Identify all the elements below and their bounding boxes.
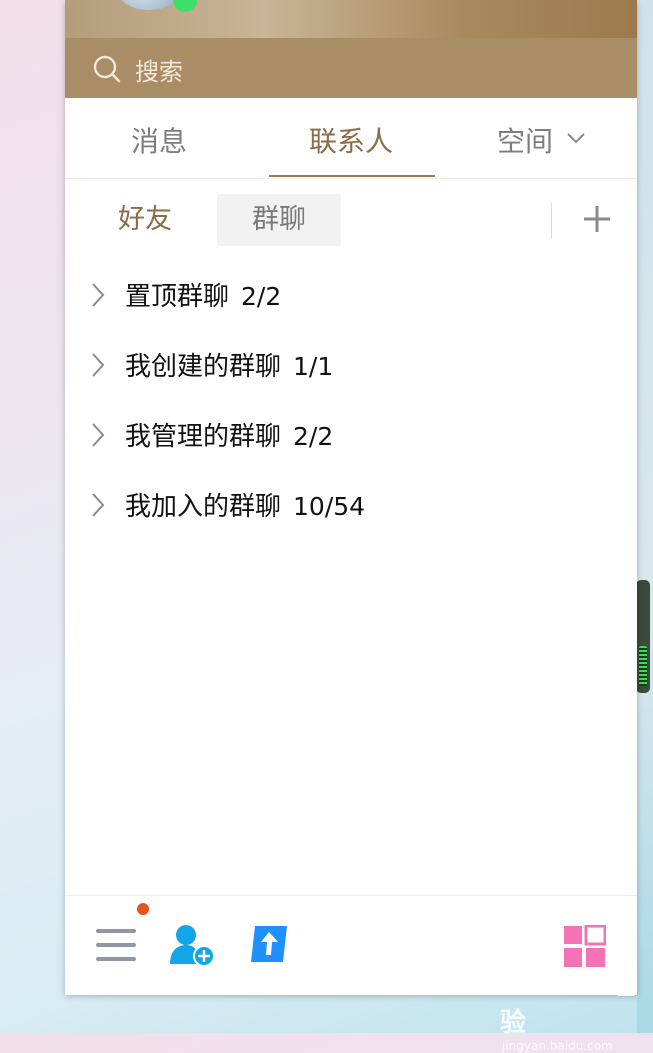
menu-icon[interactable]: [96, 927, 138, 965]
tab-contacts[interactable]: 联系人: [309, 120, 393, 160]
list-item[interactable]: 置顶群聊 2/2: [65, 260, 637, 330]
watermark-url: jingyan.baidu.com: [502, 1039, 613, 1053]
group-category-name: 我管理的群聊: [125, 422, 282, 452]
group-category-label: 置顶群聊 2/2: [125, 276, 281, 313]
search-input[interactable]: 搜索: [135, 52, 183, 87]
list-item[interactable]: 我加入的群聊 10/54: [65, 470, 637, 540]
side-dock-handle[interactable]: [636, 580, 650, 693]
list-item[interactable]: 我创建的群聊 1/1: [65, 330, 637, 400]
search-icon: [93, 55, 121, 83]
group-category-label: 我加入的群聊 10/54: [125, 486, 365, 523]
chevron-right-icon: [92, 493, 105, 517]
chevron-down-icon[interactable]: [567, 132, 585, 144]
main-tabs: 消息 联系人 空间: [65, 98, 637, 179]
group-category-name: 我创建的群聊: [125, 352, 282, 382]
apps-icon[interactable]: [563, 925, 606, 968]
chevron-right-icon: [92, 423, 105, 447]
group-list: 置顶群聊 2/2 我创建的群聊 1/1 我管理的群聊 2/2 我加入的群聊 10/54: [65, 260, 637, 540]
notification-badge: [137, 903, 149, 915]
group-category-label: 我管理的群聊 2/2: [125, 416, 333, 453]
desktop-background-strip: [637, 0, 653, 1033]
subtab-groups[interactable]: 群聊: [217, 194, 341, 246]
chevron-right-icon: [92, 353, 105, 377]
tab-space[interactable]: 空间: [497, 120, 553, 160]
level-bars-icon: [639, 646, 647, 686]
profile-header: 搜索: [65, 0, 637, 98]
subtab-friends[interactable]: 好友: [105, 194, 185, 246]
group-category-label: 我创建的群聊 1/1: [125, 346, 333, 383]
search-bar[interactable]: 搜索: [65, 38, 637, 98]
upload-icon[interactable]: [247, 922, 291, 966]
divider: [551, 203, 552, 239]
tab-messages[interactable]: 消息: [131, 120, 187, 160]
group-category-name: 我加入的群聊: [125, 492, 282, 522]
chevron-right-icon: [92, 283, 105, 307]
group-category-count: 10/54: [293, 492, 366, 521]
add-contact-icon[interactable]: [168, 922, 216, 968]
group-category-count: 2/2: [293, 422, 334, 451]
qq-main-window: 搜索 消息 联系人 空间 好友 群聊 置顶群聊 2/2 我创建的群聊 1/1 我…: [65, 0, 637, 995]
list-item[interactable]: 我管理的群聊 2/2: [65, 400, 637, 470]
group-category-count: 2/2: [241, 282, 282, 311]
baidu-watermark: Bai du 经验 jingyan.baidu.com: [500, 965, 650, 1053]
watermark-logo-text: Bai du 经验: [500, 971, 636, 1038]
contact-subtabs: 好友 群聊: [65, 179, 637, 249]
group-category-name: 置顶群聊: [125, 282, 230, 312]
group-category-count: 1/1: [293, 352, 334, 381]
plus-icon[interactable]: [582, 204, 612, 234]
active-tab-indicator: [269, 175, 435, 177]
